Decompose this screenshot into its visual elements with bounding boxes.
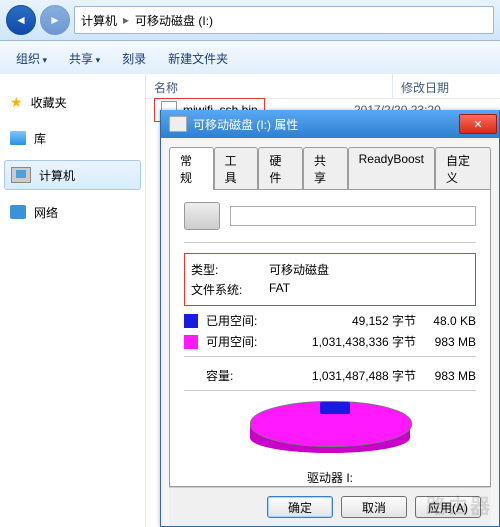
tab-readyboost[interactable]: ReadyBoost	[348, 147, 435, 190]
library-icon	[10, 131, 26, 145]
filesystem-value: FAT	[269, 281, 290, 298]
free-space-label: 可用空间:	[206, 333, 276, 350]
tab-custom[interactable]: 自定义	[435, 147, 491, 190]
watermark: 路由器	[426, 490, 492, 519]
tab-pane-general: 类型: 可移动磁盘 文件系统: FAT 已用空间: 49,152 字节 48.0…	[169, 189, 491, 487]
drive-icon	[184, 202, 220, 230]
disk-usage-pie-chart	[250, 401, 410, 461]
used-space-label: 已用空间:	[206, 312, 276, 329]
sidebar-item-label: 网络	[34, 204, 58, 221]
filesystem-label: 文件系统:	[191, 281, 261, 298]
nav-forward-button[interactable]: ►	[40, 5, 70, 35]
used-swatch-icon	[184, 314, 198, 328]
drive-letter-label: 驱动器 I:	[307, 469, 353, 486]
tab-sharing[interactable]: 共享	[303, 147, 348, 190]
breadcrumb-seg-computer[interactable]: 计算机	[81, 12, 117, 29]
sidebar: ★ 收藏夹 库 计算机 网络	[0, 74, 145, 527]
drive-icon	[169, 116, 187, 132]
sidebar-item-libraries[interactable]: 库	[0, 124, 145, 152]
breadcrumb[interactable]: 计算机 ▸ 可移动磁盘 (I:)	[74, 6, 494, 34]
column-header-date[interactable]: 修改日期	[393, 74, 500, 98]
chevron-right-icon: ▸	[123, 13, 129, 27]
sidebar-item-label: 收藏夹	[31, 94, 67, 111]
sidebar-item-label: 库	[34, 130, 46, 147]
sidebar-item-computer[interactable]: 计算机	[4, 160, 141, 190]
capacity-bytes: 1,031,487,488 字节	[276, 367, 416, 384]
properties-dialog: 可移动磁盘 (I:) 属性 ✕ 常规 工具 硬件 共享 ReadyBoost 自…	[160, 110, 500, 527]
highlight-box: 类型: 可移动磁盘 文件系统: FAT	[184, 253, 476, 306]
capacity-label: 容量:	[206, 367, 276, 384]
toolbar-organize[interactable]: 组织	[6, 46, 57, 71]
sidebar-item-favorites[interactable]: ★ 收藏夹	[0, 88, 145, 116]
free-swatch-icon	[184, 335, 198, 349]
computer-icon	[11, 167, 31, 183]
breadcrumb-seg-drive[interactable]: 可移动磁盘 (I:)	[135, 12, 213, 29]
toolbar-share[interactable]: 共享	[59, 46, 110, 71]
column-header-name[interactable]: 名称	[146, 74, 393, 98]
type-label: 类型:	[191, 261, 261, 278]
sidebar-item-label: 计算机	[39, 167, 75, 184]
toolbar: 组织 共享 刻录 新建文件夹	[0, 41, 500, 76]
capacity-human: 983 MB	[416, 369, 476, 383]
tab-strip: 常规 工具 硬件 共享 ReadyBoost 自定义	[169, 146, 491, 189]
cancel-button[interactable]: 取消	[341, 496, 407, 518]
used-space-bytes: 49,152 字节	[276, 312, 416, 329]
used-space-human: 48.0 KB	[416, 314, 476, 328]
dialog-title: 可移动磁盘 (I:) 属性	[193, 116, 459, 133]
tab-hardware[interactable]: 硬件	[258, 147, 303, 190]
type-value: 可移动磁盘	[269, 261, 329, 278]
nav-back-button[interactable]: ◄	[6, 5, 36, 35]
dialog-titlebar[interactable]: 可移动磁盘 (I:) 属性 ✕	[161, 110, 499, 138]
free-space-human: 983 MB	[416, 335, 476, 349]
sidebar-item-network[interactable]: 网络	[0, 198, 145, 226]
tab-general[interactable]: 常规	[169, 147, 214, 190]
star-icon: ★	[10, 94, 23, 111]
free-space-bytes: 1,031,438,336 字节	[276, 333, 416, 350]
ok-button[interactable]: 确定	[267, 496, 333, 518]
tab-tools[interactable]: 工具	[214, 147, 259, 190]
toolbar-new-folder[interactable]: 新建文件夹	[158, 46, 238, 71]
network-icon	[10, 205, 26, 219]
drive-label-input[interactable]	[230, 206, 476, 226]
toolbar-burn[interactable]: 刻录	[112, 46, 156, 71]
close-button[interactable]: ✕	[459, 114, 497, 134]
